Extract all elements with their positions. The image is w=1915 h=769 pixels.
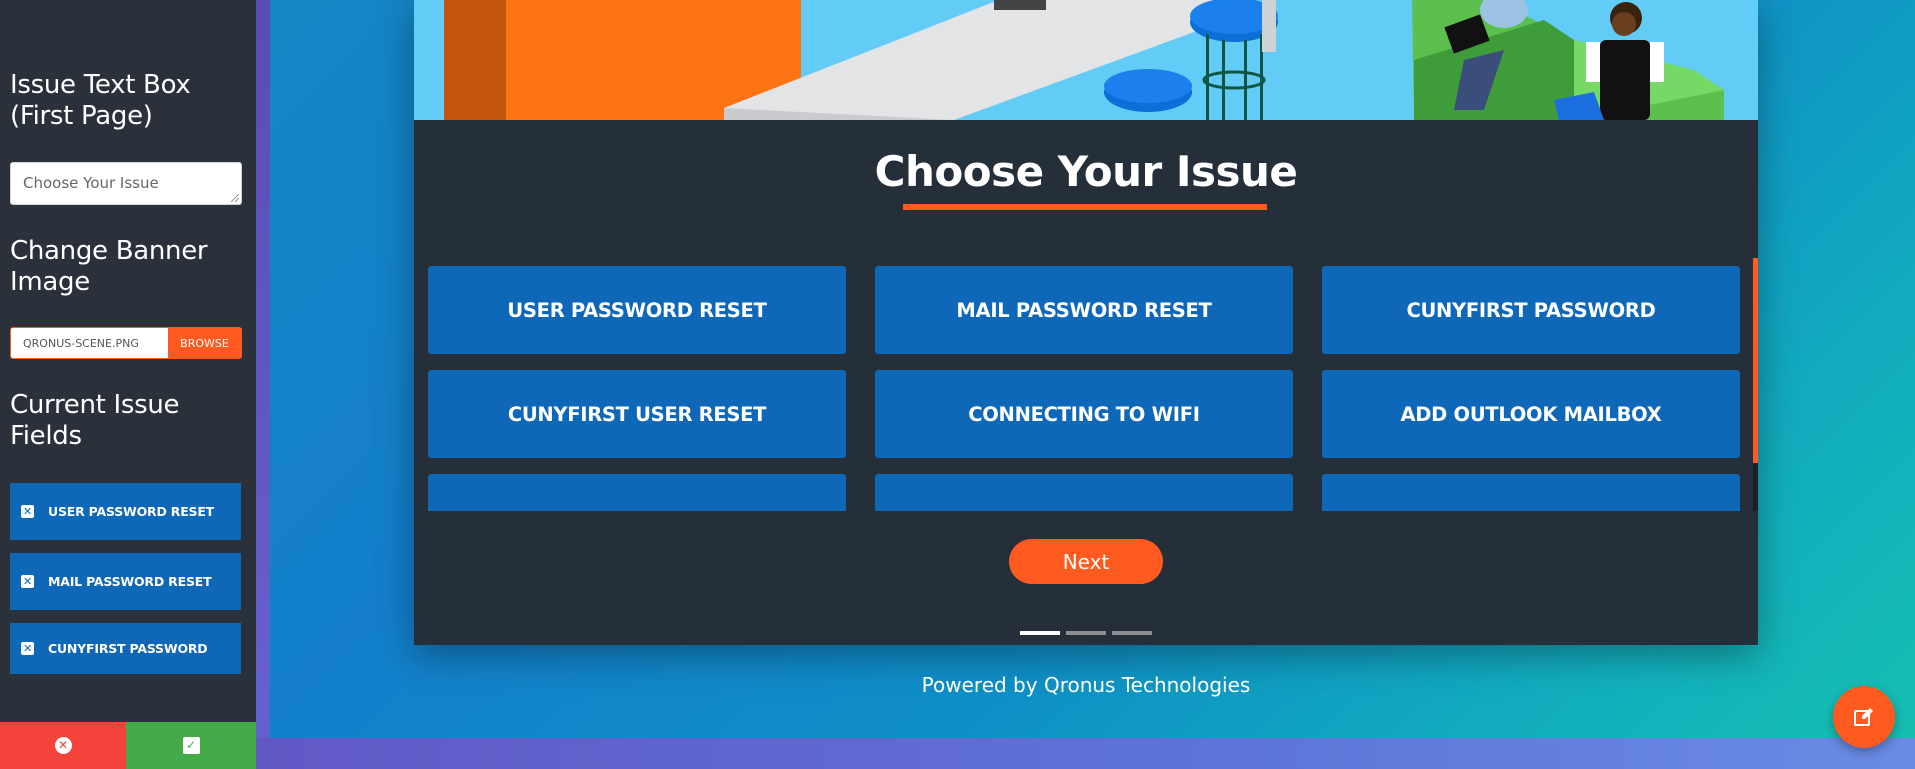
page-dot-3[interactable]: [1112, 631, 1152, 635]
issue-grid: USER PASSWORD RESET MAIL PASSWORD RESET …: [428, 266, 1743, 511]
edit-fab-button[interactable]: [1833, 686, 1895, 748]
page-title: Choose Your Issue: [874, 147, 1298, 196]
issue-option[interactable]: USER PASSWORD RESET: [428, 266, 846, 354]
issue-card: Choose Your Issue USER PASSWORD RESET MA…: [414, 0, 1758, 645]
office-illustration: [414, 0, 1758, 120]
issue-option[interactable]: [1322, 474, 1740, 511]
powered-by-text: Powered by Qronus Technologies: [921, 673, 1251, 697]
stage-bottom-edge: [256, 738, 1915, 769]
issue-text-heading: Issue Text Box (First Page): [10, 70, 191, 131]
issue-option[interactable]: [875, 474, 1293, 511]
next-button[interactable]: Next: [1009, 539, 1163, 584]
banner-file-input[interactable]: QRONUS-SCENE.PNG BROWSE: [10, 327, 242, 359]
field-item-label: MAIL PASSWORD RESET: [48, 574, 212, 589]
page-dot-1[interactable]: [1020, 631, 1060, 635]
check-square-icon: ✓: [182, 737, 200, 754]
fields-heading: Current Issue Fields: [10, 390, 180, 451]
sidebar-footer: ✕ ✓: [0, 722, 256, 769]
issue-option[interactable]: [428, 474, 846, 511]
banner-file-name: QRONUS-SCENE.PNG: [23, 337, 139, 350]
save-button[interactable]: ✓: [126, 722, 256, 769]
edit-icon: [1854, 708, 1873, 726]
scrollbar-thumb[interactable]: [1753, 258, 1758, 463]
field-item-user-password-reset[interactable]: ✕ USER PASSWORD RESET: [10, 483, 241, 540]
issue-option[interactable]: CONNECTING TO WIFI: [875, 370, 1293, 458]
page-dot-2[interactable]: [1066, 631, 1106, 635]
close-circle-icon: ✕: [54, 737, 72, 754]
field-item-label: CUNYFIRST PASSWORD: [48, 641, 208, 656]
close-square-icon[interactable]: ✕: [21, 642, 34, 655]
issue-option[interactable]: MAIL PASSWORD RESET: [875, 266, 1293, 354]
issue-text-value: Choose Your Issue: [23, 174, 159, 192]
banner-heading: Change Banner Image: [10, 236, 208, 297]
issue-grid-scrollbar[interactable]: [1753, 258, 1758, 511]
stage-left-edge: [256, 0, 270, 769]
issue-option[interactable]: ADD OUTLOOK MAILBOX: [1322, 370, 1740, 458]
pagination-dots: [1020, 631, 1152, 635]
field-item-mail-password-reset[interactable]: ✕ MAIL PASSWORD RESET: [10, 553, 241, 610]
close-square-icon[interactable]: ✕: [21, 505, 34, 518]
field-item-label: USER PASSWORD RESET: [48, 504, 214, 519]
cancel-button[interactable]: ✕: [0, 722, 126, 769]
close-square-icon[interactable]: ✕: [21, 575, 34, 588]
field-item-cunyfirst-password[interactable]: ✕ CUNYFIRST PASSWORD: [10, 623, 241, 674]
issue-option[interactable]: CUNYFIRST USER RESET: [428, 370, 846, 458]
banner-image: [414, 0, 1758, 120]
title-underline: [903, 204, 1267, 210]
issue-text-input[interactable]: Choose Your Issue: [10, 162, 242, 205]
resize-grip-icon[interactable]: [231, 194, 239, 202]
browse-button[interactable]: BROWSE: [168, 328, 241, 358]
editor-sidebar: Issue Text Box (First Page) Choose Your …: [0, 0, 256, 769]
issue-option[interactable]: CUNYFIRST PASSWORD: [1322, 266, 1740, 354]
